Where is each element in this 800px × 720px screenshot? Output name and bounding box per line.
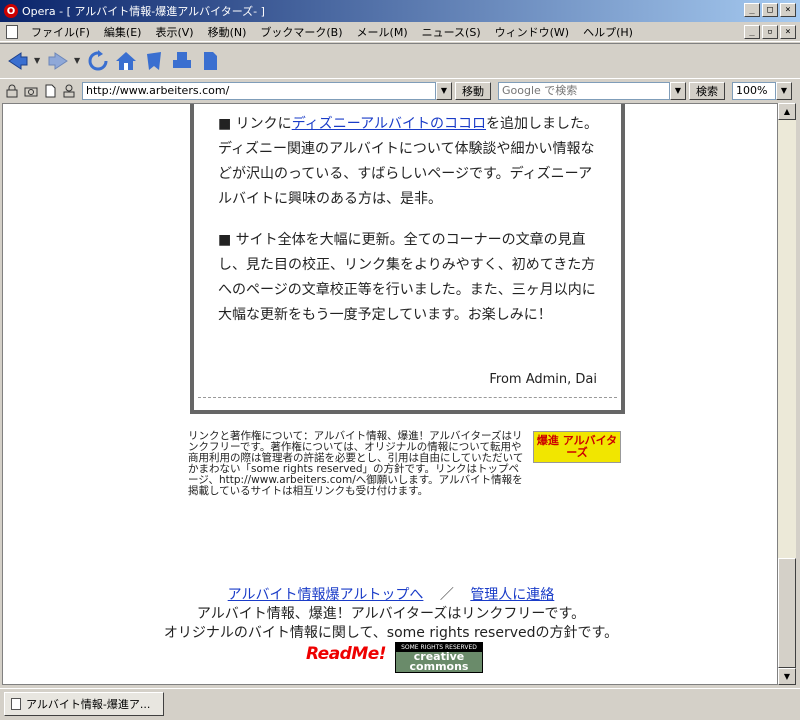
- menu-view[interactable]: 表示(V): [148, 24, 200, 40]
- window-title: Opera - [ アルバイト情報-爆進アルバイターズ- ]: [22, 5, 265, 18]
- menu-edit[interactable]: 編集(E): [97, 24, 149, 40]
- print-icon[interactable]: [170, 49, 194, 73]
- footer-line-1: アルバイト情報、爆進！アルバイターズはリンクフリーです。: [196, 606, 586, 622]
- footer-badges: ReadMe! SOME RIGHTS RESERVED creative co…: [303, 642, 483, 673]
- minimize-button[interactable]: _: [744, 3, 760, 17]
- menu-news[interactable]: ニュース(S): [415, 24, 488, 40]
- maximize-button[interactable]: □: [762, 3, 778, 17]
- site-banner[interactable]: 爆進 アルバイターズ: [533, 431, 621, 463]
- forward-arrow-icon[interactable]: [46, 49, 70, 73]
- search-button[interactable]: 検索: [689, 81, 725, 100]
- address-bar: ▼ 移動 ▼ 検索 100% ▼: [0, 78, 800, 102]
- back-arrow-icon[interactable]: [6, 49, 30, 73]
- url-history-dropdown[interactable]: ▼: [436, 81, 452, 100]
- scroll-up-button[interactable]: ▲: [778, 103, 796, 120]
- divider: [198, 397, 617, 398]
- tab-label: アルバイト情報-爆進ア...: [26, 698, 151, 711]
- search-input[interactable]: [498, 81, 670, 100]
- reload-icon[interactable]: [86, 49, 110, 73]
- news-item: ■ リンクにディズニーアルバイトのココロを追加しました。ディズニー関連のアルバイ…: [218, 116, 599, 207]
- document-icon[interactable]: [6, 24, 18, 39]
- menu-bar: ファイル(F) 編集(E) 表示(V) 移動(N) ブックマーク(B) メール(…: [0, 22, 800, 42]
- footer-separator: ／: [439, 587, 454, 603]
- forward-dropdown-icon[interactable]: ▼: [74, 56, 82, 65]
- creative-commons-badge[interactable]: SOME RIGHTS RESERVED creative commons: [395, 642, 483, 673]
- mdi-restore-button[interactable]: ▫: [762, 25, 778, 39]
- title-bar: O Opera - [ アルバイト情報-爆進アルバイターズ- ] _ □ ×: [0, 0, 800, 22]
- cc-badge-bottom: creative commons: [396, 651, 482, 672]
- menu-help[interactable]: ヘルプ(H): [576, 24, 640, 40]
- disney-link[interactable]: ディズニーアルバイトのココロ: [292, 116, 486, 132]
- news-box: ■ リンクにディズニーアルバイトのココロを追加しました。ディズニー関連のアルバイ…: [190, 104, 625, 414]
- page-info-icon[interactable]: [42, 83, 58, 99]
- mdi-minimize-button[interactable]: _: [744, 25, 760, 39]
- zoom-dropdown[interactable]: ▼: [776, 81, 792, 100]
- navigation-toolbar: ▼ ▼: [0, 43, 800, 77]
- scroll-down-button[interactable]: ▼: [778, 668, 796, 685]
- search-engine-dropdown[interactable]: ▼: [670, 81, 686, 100]
- vertical-scrollbar[interactable]: ▲ ▼: [778, 103, 796, 685]
- top-page-link[interactable]: アルバイト情報爆アルトップへ: [228, 587, 424, 603]
- scroll-thumb[interactable]: [778, 558, 796, 668]
- contact-admin-link[interactable]: 管理人に連絡: [470, 587, 554, 603]
- opera-logo-icon: O: [4, 4, 18, 18]
- url-input[interactable]: [82, 81, 436, 100]
- menu-file[interactable]: ファイル(F): [24, 24, 97, 40]
- bookmarks-icon[interactable]: [142, 49, 166, 73]
- menu-navigate[interactable]: 移動(N): [201, 24, 254, 40]
- page-viewport: ■ リンクにディズニーアルバイトのココロを追加しました。ディズニー関連のアルバイ…: [2, 103, 778, 685]
- back-dropdown-icon[interactable]: ▼: [34, 56, 42, 65]
- signature: From Admin, Dai: [489, 372, 597, 387]
- readme-badge[interactable]: ReadMe!: [303, 642, 389, 666]
- page-tab[interactable]: アルバイト情報-爆進ア...: [4, 692, 164, 716]
- license-text: リンクと著作権について：アルバイト情報、爆進！アルバイターズはリンクフリーです。…: [188, 430, 524, 497]
- camera-icon[interactable]: [23, 83, 39, 99]
- menu-mail[interactable]: メール(M): [350, 24, 415, 40]
- license-section: リンクと著作権について：アルバイト情報、爆進！アルバイターズはリンクフリーです。…: [188, 431, 628, 497]
- close-button[interactable]: ×: [780, 3, 796, 17]
- go-button[interactable]: 移動: [455, 81, 491, 100]
- user-icon[interactable]: [61, 83, 77, 99]
- page-tab-bar: アルバイト情報-爆進ア...: [0, 688, 800, 720]
- zoom-field[interactable]: 100%: [732, 81, 776, 100]
- home-icon[interactable]: [114, 49, 138, 73]
- mdi-close-button[interactable]: ×: [780, 25, 796, 39]
- page-icon[interactable]: [198, 49, 222, 73]
- footer-line-2: オリジナルのバイト情報に関して、some rights reservedの方針で…: [163, 625, 619, 641]
- menu-bookmarks[interactable]: ブックマーク(B): [253, 24, 349, 40]
- menu-window[interactable]: ウィンドウ(W): [488, 24, 576, 40]
- lock-icon[interactable]: [4, 83, 20, 99]
- news-item: ■ サイト全体を大幅に更新。全てのコーナーの文章の見直し、見た目の校正、リンク集…: [218, 232, 596, 323]
- footer: アルバイト情報爆アルトップへ ／ 管理人に連絡 アルバイト情報、爆進！アルバイタ…: [3, 586, 777, 643]
- tab-page-icon: [11, 698, 21, 710]
